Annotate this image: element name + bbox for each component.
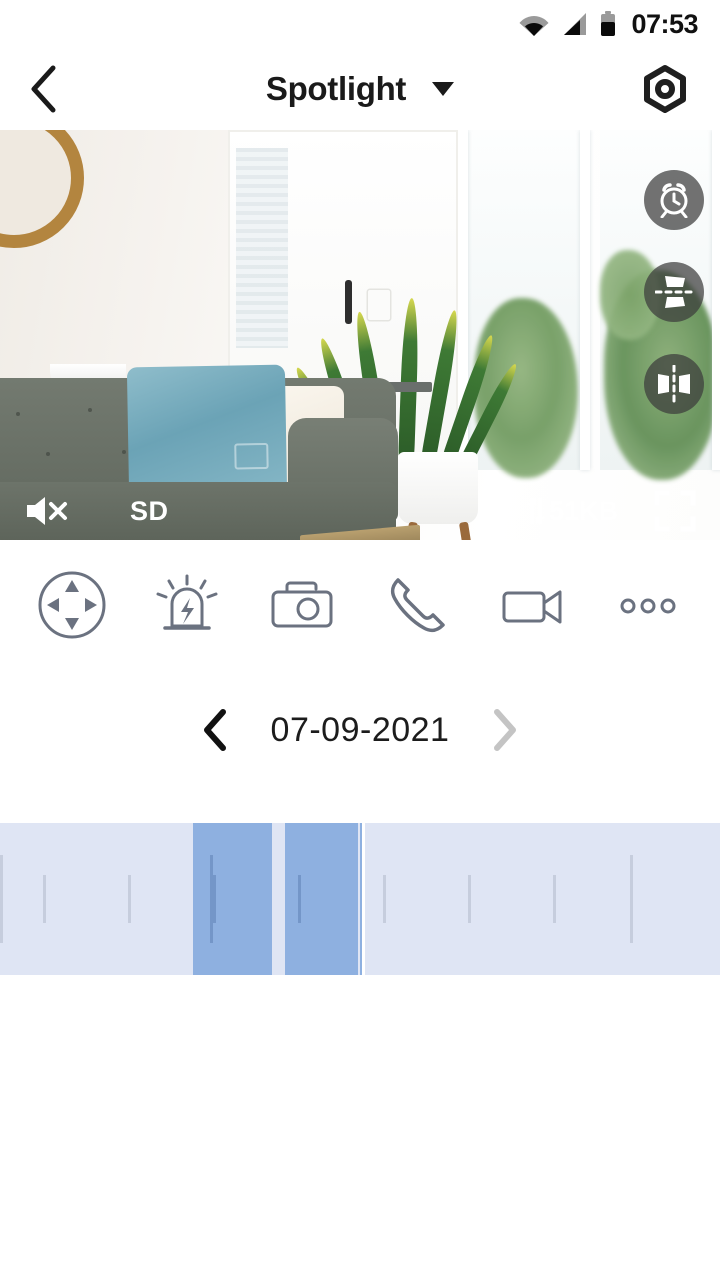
horizontal-split-icon <box>655 276 693 308</box>
hexagon-settings-icon <box>644 65 686 113</box>
timeline-recording-segment[interactable] <box>193 823 272 975</box>
fullscreen-button[interactable] <box>654 490 696 532</box>
window-mullion <box>712 130 720 470</box>
timeline-recording-segment[interactable] <box>285 823 358 975</box>
timeline-playhead[interactable] <box>362 823 365 975</box>
speaker-muted-icon <box>27 497 67 525</box>
timeline-major-tick <box>630 855 633 943</box>
two-way-talk-button[interactable] <box>371 558 465 652</box>
phone-handset-icon <box>390 578 445 633</box>
directional-pad-icon <box>38 571 106 639</box>
next-day-button[interactable] <box>483 704 527 756</box>
cellular-signal-icon <box>560 12 588 36</box>
window-mullion <box>580 130 590 470</box>
video-overlay-buttons <box>644 170 704 414</box>
chevron-right-icon <box>494 709 517 751</box>
timeline-tick <box>298 875 301 923</box>
camera-icon <box>271 581 333 628</box>
alarm-clock-button[interactable] <box>644 170 704 230</box>
timeline-tick <box>468 875 471 923</box>
bandwidth-value: 51KB <box>548 495 618 526</box>
video-quality-button[interactable]: SD <box>130 496 169 527</box>
timeline-tick <box>553 875 556 923</box>
timeline-major-tick <box>0 855 3 943</box>
live-video-feed[interactable]: SD 51KB <box>0 130 720 540</box>
timeline-tick <box>43 875 46 923</box>
settings-button[interactable] <box>634 58 696 120</box>
app-header: Spotlight <box>0 48 720 130</box>
fullscreen-expand-icon <box>654 490 696 532</box>
door-shutter <box>236 148 288 348</box>
snapshot-button[interactable] <box>255 558 349 652</box>
chevron-left-icon <box>31 65 56 113</box>
timeline-section <box>0 790 720 975</box>
back-button[interactable] <box>0 48 86 130</box>
camera-action-toolbar <box>0 540 720 670</box>
timeline-major-tick <box>210 855 213 943</box>
timeline-tick <box>213 875 216 923</box>
vertical-split-icon <box>658 365 690 403</box>
record-button[interactable] <box>486 558 580 652</box>
timeline-tick <box>128 875 131 923</box>
previous-day-button[interactable] <box>193 704 237 756</box>
chevron-left-icon <box>203 709 226 751</box>
video-camera-icon <box>502 590 562 624</box>
teal-pillow <box>126 364 288 498</box>
siren-button[interactable] <box>140 558 234 652</box>
mute-toggle-button[interactable] <box>24 494 70 528</box>
title-dropdown[interactable]: Spotlight <box>0 70 720 108</box>
siren-alarm-icon <box>156 574 218 630</box>
vertical-flip-button[interactable] <box>644 354 704 414</box>
ptz-control-button[interactable] <box>25 558 119 652</box>
battery-icon <box>599 11 617 37</box>
alarm-clock-icon <box>660 183 688 218</box>
status-bar: 07:53 <box>0 0 720 48</box>
recording-timeline[interactable] <box>0 823 720 975</box>
network-transfer-icon <box>526 498 545 524</box>
more-options-button[interactable] <box>601 558 695 652</box>
status-time: 07:53 <box>631 8 698 39</box>
date-navigator: 07-09-2021 <box>0 670 720 790</box>
caret-down-icon[interactable] <box>432 82 455 96</box>
wifi-icon <box>519 12 549 36</box>
bandwidth-indicator: 51KB <box>525 495 618 527</box>
page-title: Spotlight <box>265 70 407 107</box>
video-bottom-bar: SD 51KB <box>0 482 720 540</box>
timeline-tick <box>383 875 386 923</box>
current-date-label: 07-09-2021 <box>270 710 450 749</box>
three-dots-icon <box>620 598 676 614</box>
horizontal-flip-button[interactable] <box>644 262 704 322</box>
